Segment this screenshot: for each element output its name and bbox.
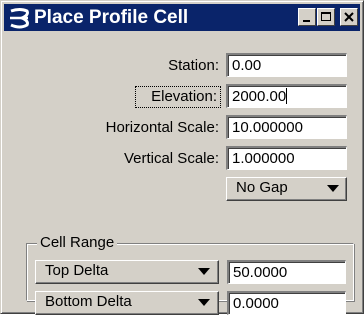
close-button[interactable] [340,8,358,26]
station-label: Station: [168,57,219,74]
gap-option-dropdown[interactable]: No Gap [226,177,347,201]
microstation-app-icon [10,8,29,29]
cell-range-title: Cell Range [37,234,118,252]
gap-option-value: No Gap [236,179,288,196]
elevation-value: 2000.00 [232,88,287,105]
maximize-button[interactable] [317,8,335,26]
minimize-button[interactable] [298,8,316,26]
station-input[interactable]: 0.00 [226,53,347,77]
horizontal-scale-label: Horizontal Scale: [105,119,219,136]
bottom-delta-option: Bottom Delta [45,293,132,310]
elevation-label: Elevation: [151,88,217,105]
horizontal-scale-input[interactable]: 10.000000 [226,115,347,139]
top-delta-dropdown[interactable]: Top Delta [35,260,219,284]
dropdown-arrow-icon [198,299,210,306]
place-profile-cell-dialog: Place Profile Cell Station: 0.00 Elevati… [0,0,364,315]
title-bar[interactable]: Place Profile Cell [4,4,360,31]
close-icon [344,12,354,22]
minimize-icon [303,20,310,22]
maximize-icon [321,12,331,21]
bottom-delta-dropdown[interactable]: Bottom Delta [35,291,219,315]
top-delta-input[interactable]: 50.0000 [227,260,346,284]
text-caret [286,88,288,104]
top-delta-option: Top Delta [45,262,109,279]
window-title: Place Profile Cell [34,7,189,28]
elevation-input[interactable]: 2000.00 [226,84,347,108]
bottom-delta-input[interactable]: 0.0000 [227,291,346,315]
vertical-scale-input[interactable]: 1.000000 [226,146,347,170]
dropdown-arrow-icon [327,185,339,192]
dropdown-arrow-icon [198,268,210,275]
vertical-scale-label: Vertical Scale: [123,150,219,167]
